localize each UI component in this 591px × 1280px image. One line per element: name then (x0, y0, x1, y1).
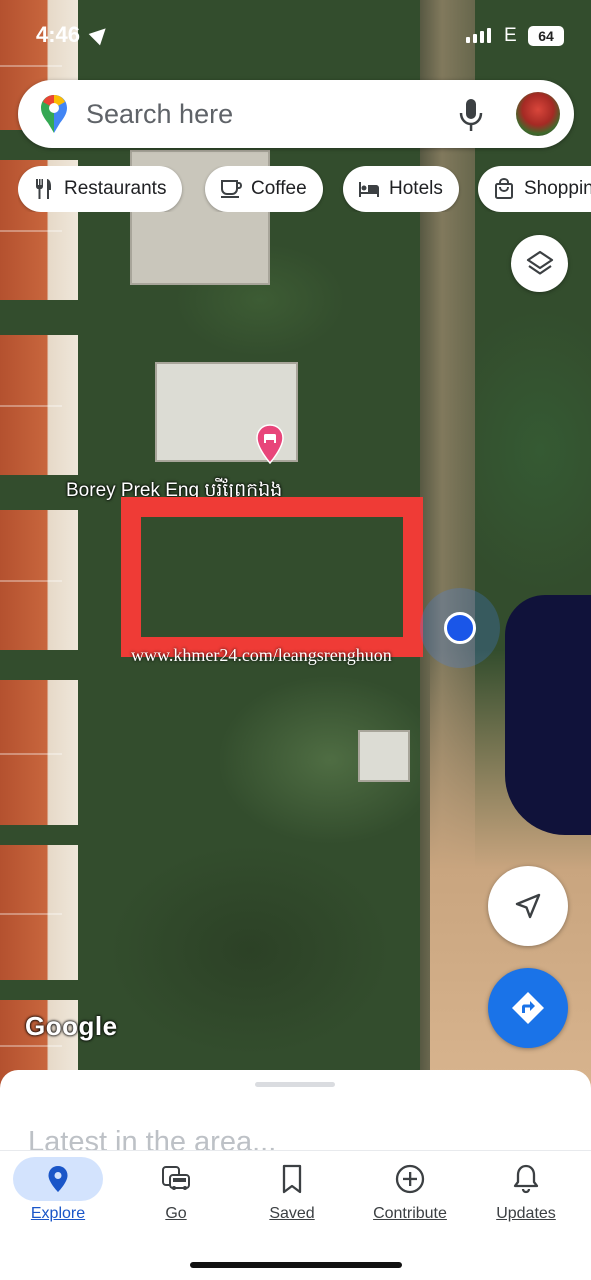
tab-contribute[interactable]: Contribute (355, 1151, 465, 1231)
chip-hotels[interactable]: Hotels (343, 166, 459, 212)
commute-icon (162, 1166, 190, 1190)
bottom-sheet[interactable]: Latest in the area... (0, 1070, 591, 1150)
status-time: 4:46 (36, 22, 81, 47)
google-maps-pin-icon (41, 95, 67, 133)
building (358, 730, 410, 782)
tab-label: Go (165, 1205, 187, 1222)
location-pin-icon (48, 1166, 68, 1192)
avatar[interactable] (516, 92, 560, 136)
house-roof (0, 680, 78, 825)
search-input[interactable]: Search here (86, 99, 233, 130)
chip-label: Shopping (524, 178, 591, 199)
drag-handle[interactable] (255, 1082, 335, 1087)
microphone-icon[interactable] (458, 98, 484, 132)
tab-go[interactable]: Go (128, 1151, 224, 1231)
highlight-box (121, 497, 423, 657)
tab-label: Saved (269, 1205, 315, 1222)
location-services-icon (88, 22, 112, 46)
house-roof (0, 845, 78, 980)
shopping-bag-icon (495, 177, 513, 199)
tab-updates[interactable]: Updates (476, 1151, 576, 1231)
navigation-arrow-icon (515, 893, 541, 919)
hotel-place-pin-icon[interactable] (256, 424, 284, 464)
chip-label: Hotels (389, 178, 443, 199)
add-circle-icon (395, 1164, 425, 1194)
house-roof (0, 510, 78, 650)
search-bar[interactable]: Search here (18, 80, 574, 148)
watermark-text: www.khmer24.com/leangsrenghuon (131, 645, 392, 665)
battery-icon: 64 (528, 26, 564, 46)
chip-shopping[interactable]: Shopping (478, 166, 591, 212)
current-location-dot (444, 612, 476, 644)
directions-button[interactable] (488, 968, 568, 1048)
chip-coffee[interactable]: Coffee (205, 166, 323, 212)
tab-label: Explore (30, 1205, 86, 1222)
coffee-cup-icon (221, 180, 243, 198)
tab-explore[interactable]: Explore (10, 1151, 106, 1231)
google-logo: Google (25, 1011, 118, 1041)
tab-saved[interactable]: Saved (244, 1151, 340, 1231)
fork-knife-icon (36, 179, 51, 199)
network-type: E (504, 25, 517, 46)
bed-icon (359, 182, 379, 197)
chip-restaurants[interactable]: Restaurants (18, 166, 183, 212)
cellular-signal-icon (466, 28, 491, 43)
chip-label: Coffee (251, 178, 307, 199)
bottom-tab-bar: Explore Go Saved Contribute Updates (0, 1150, 591, 1280)
tab-label: Updates (496, 1205, 556, 1222)
tab-label: Contribute (373, 1205, 447, 1222)
house-roof (0, 335, 78, 475)
layers-icon (526, 250, 553, 275)
bookmark-icon (282, 1164, 302, 1194)
chip-label: Restaurants (64, 178, 167, 199)
sheet-title: Latest in the area... (28, 1126, 277, 1150)
category-chips: Restaurants Coffee Hotels Shopping (18, 166, 591, 212)
home-indicator[interactable] (190, 1262, 402, 1268)
pond (505, 595, 591, 835)
status-bar: 4:46 E 64 (0, 0, 591, 70)
directions-icon (512, 992, 544, 1024)
bell-icon (513, 1164, 539, 1194)
layers-button[interactable] (511, 235, 568, 292)
my-location-button[interactable] (488, 866, 568, 946)
